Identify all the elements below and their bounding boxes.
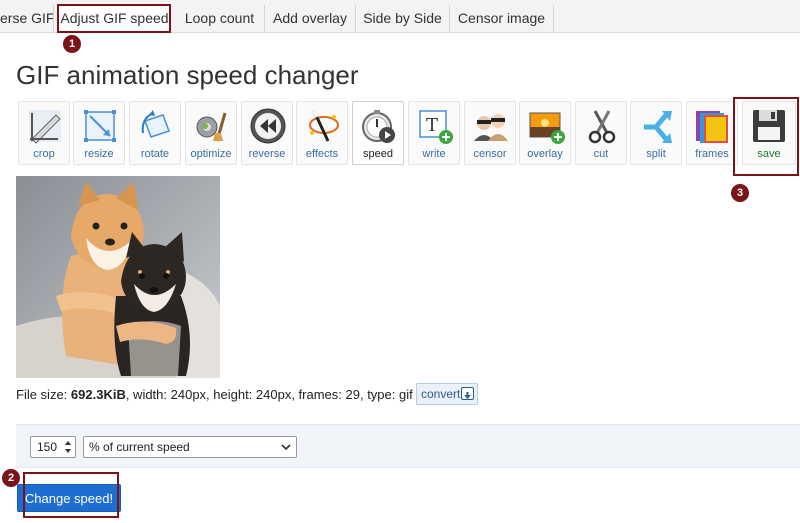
speed-mode-value: % of current speed (89, 440, 190, 454)
tab-censor-image[interactable]: Censor image (450, 5, 554, 32)
tool-optimize[interactable]: optimize (185, 101, 237, 165)
annotation-badge-2: 2 (2, 469, 20, 487)
file-info: File size: 692.3KiB, width: 240px, heigh… (16, 387, 413, 402)
tool-label: speed (363, 148, 393, 160)
stopwatch-icon (362, 110, 395, 143)
tool-reverse[interactable]: reverse (241, 101, 293, 165)
gif-preview-image (16, 176, 220, 378)
tool-label: censor (473, 148, 507, 160)
magic-wand-icon (309, 110, 339, 142)
tab-add-overlay[interactable]: Add overlay (265, 5, 356, 32)
tab-side-by-side[interactable]: Side by Side (356, 5, 450, 32)
tool-crop[interactable]: crop (18, 101, 70, 165)
tool-label: overlay (527, 148, 563, 160)
tab-adjust-gif-speed[interactable]: Adjust GIF speed (58, 4, 171, 33)
tool-overlay[interactable]: overlay (519, 101, 571, 165)
tab-bar: erse GIF Adjust GIF speed Loop count Add… (0, 0, 800, 33)
speed-value: 150 (37, 440, 58, 454)
options-panel: 150 % of current speed (16, 424, 800, 468)
spinner-arrows-icon[interactable] (64, 440, 72, 454)
floppy-disk-icon (753, 110, 785, 142)
gif-preview (16, 176, 220, 378)
crop-icon (29, 110, 61, 144)
tool-label: crop (33, 148, 55, 160)
tool-label: rotate (140, 148, 170, 160)
download-icon (461, 387, 474, 400)
convert-button[interactable]: convert (416, 383, 478, 405)
file-info-label: File size: (16, 387, 71, 402)
tool-resize[interactable]: resize (73, 101, 125, 165)
tab-loop-count[interactable]: Loop count (175, 5, 265, 32)
tool-speed[interactable]: speed (352, 101, 404, 165)
chevron-down-icon (281, 444, 291, 451)
speed-mode-select[interactable]: % of current speed (83, 436, 297, 458)
file-size-value: 692.3KiB (70, 387, 126, 402)
overlay-icon (529, 112, 565, 144)
annotation-badge-1: 1 (63, 35, 81, 53)
tool-label: reverse (248, 148, 286, 160)
tab-reverse-gif[interactable]: erse GIF (0, 5, 54, 32)
tool-rotate[interactable]: rotate (129, 101, 181, 165)
tool-label: resize (84, 148, 114, 160)
annotation-badge-3: 3 (731, 184, 749, 202)
tool-effects[interactable]: effects (296, 101, 348, 165)
text-tool-icon: T (419, 110, 453, 144)
file-info-details: , width: 240px, height: 240px, frames: 2… (125, 387, 413, 402)
censor-icon (474, 114, 508, 141)
scissors-icon (588, 110, 616, 144)
speed-value-input[interactable]: 150 (30, 436, 76, 458)
tool-write[interactable]: T write (408, 101, 460, 165)
optimize-icon (196, 112, 227, 142)
split-arrow-icon (644, 111, 672, 143)
rewind-icon (250, 108, 286, 144)
tool-frames[interactable]: frames (686, 101, 738, 165)
tool-save[interactable]: save (742, 101, 796, 165)
tool-label: cut (593, 148, 609, 160)
page-title: GIF animation speed changer (16, 60, 359, 90)
change-speed-button[interactable]: Change speed! (17, 484, 121, 512)
tool-cut[interactable]: cut (575, 101, 627, 165)
tool-label: frames (695, 148, 729, 160)
rotate-icon (141, 110, 170, 138)
tool-label: save (757, 148, 781, 160)
tool-label: optimize (190, 148, 232, 160)
tool-label: effects (305, 148, 339, 160)
tool-label: split (646, 148, 666, 160)
convert-label: convert (421, 387, 461, 401)
tool-label: write (422, 148, 446, 160)
tool-censor[interactable]: censor (464, 101, 516, 165)
resize-icon (84, 110, 116, 142)
frames-icon (696, 111, 728, 143)
tool-split[interactable]: split (630, 101, 682, 165)
svg-text:T: T (426, 115, 438, 136)
